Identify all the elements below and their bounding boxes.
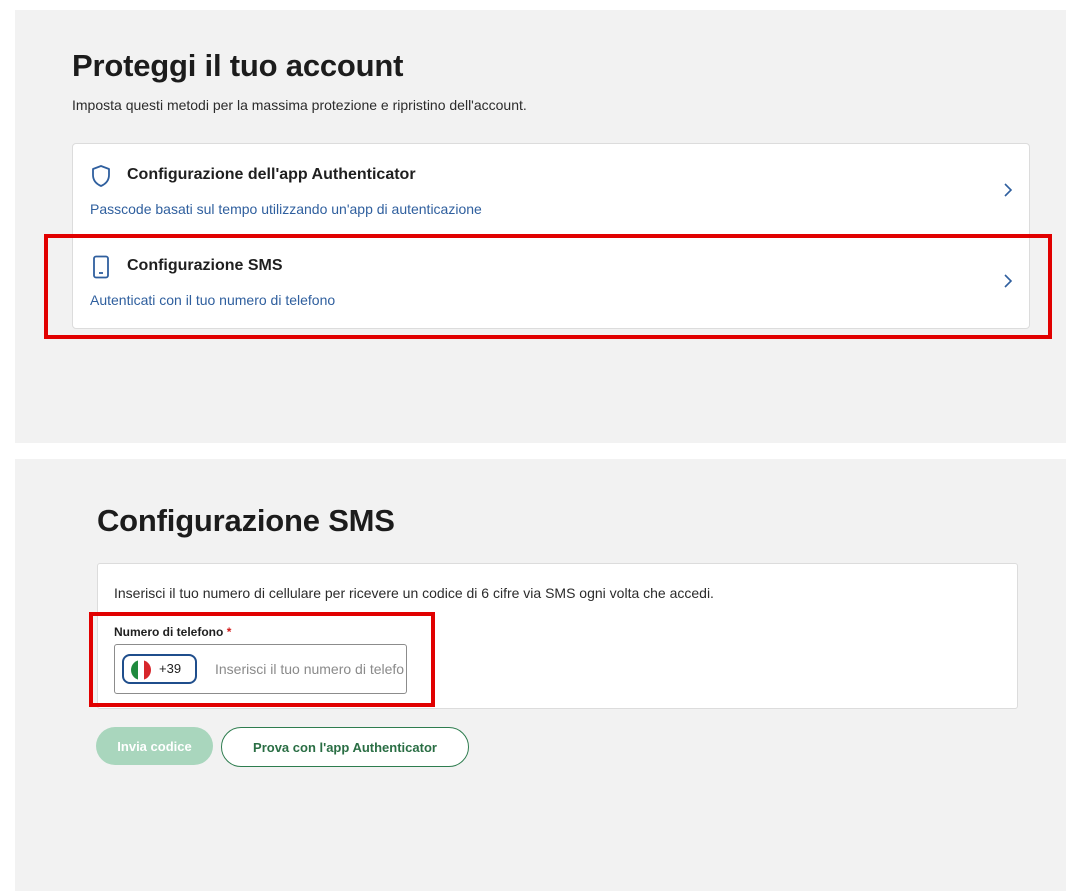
send-code-button[interactable]: Invia codice xyxy=(96,727,213,765)
method-authenticator-app[interactable]: Configurazione dell'app Authenticator Pa… xyxy=(73,144,1029,235)
chevron-right-icon xyxy=(1004,183,1013,197)
protect-account-panel: Proteggi il tuo account Imposta questi m… xyxy=(15,10,1066,443)
highlight-sms-method xyxy=(44,234,1052,339)
page-title: Proteggi il tuo account xyxy=(72,48,404,83)
method-title: Configurazione dell'app Authenticator xyxy=(127,166,416,183)
try-authenticator-button[interactable]: Prova con l'app Authenticator xyxy=(221,727,469,767)
sms-description: Inserisci il tuo numero di cellulare per… xyxy=(114,585,714,601)
sms-title: Configurazione SMS xyxy=(97,503,395,538)
shield-icon xyxy=(92,165,110,187)
highlight-phone-field xyxy=(89,612,435,707)
page-subtitle: Imposta questi metodi per la massima pro… xyxy=(72,97,527,113)
method-description: Passcode basati sul tempo utilizzando un… xyxy=(90,201,482,217)
